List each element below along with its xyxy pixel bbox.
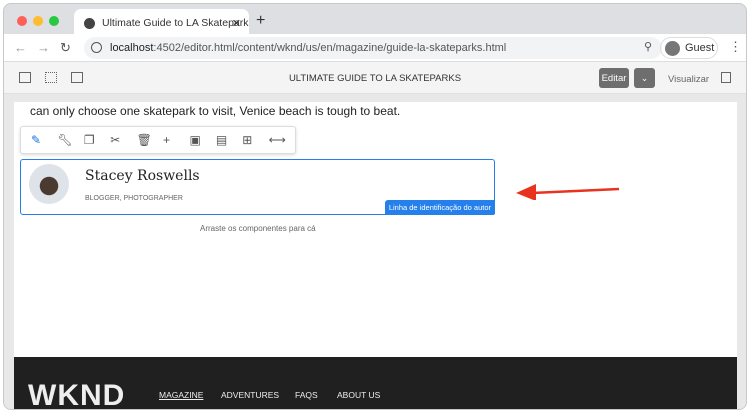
component-label-badge: Linha de identificação do autor — [384, 200, 495, 215]
profile-label: Guest — [685, 42, 715, 54]
paragraph-text: can only choose one skatepark to visit, … — [30, 104, 401, 118]
reload-icon[interactable]: ↻ — [60, 40, 71, 56]
insert-icon[interactable]: + — [163, 133, 189, 147]
maximize-window-button[interactable] — [49, 16, 59, 26]
page-content: can only choose one skatepark to visit, … — [14, 102, 737, 409]
globe-icon — [84, 17, 95, 29]
delete-icon[interactable]: 🗑︎ — [137, 133, 163, 147]
address-bar-row: ← → ↻ localhost:4502/editor.html/content… — [4, 34, 746, 62]
cut-icon[interactable]: ✂ — [110, 133, 136, 147]
drop-zone[interactable]: Arraste os componentes para cá — [200, 224, 316, 233]
back-icon[interactable]: ← — [14, 40, 27, 55]
copy-icon[interactable]: ❐ — [84, 133, 110, 147]
url-host: localhost — [110, 42, 154, 54]
edit-mode-button[interactable]: Editar — [599, 68, 629, 88]
layout-icon[interactable]: ▤ — [216, 133, 242, 147]
resize-icon[interactable]: ⟷ — [269, 133, 295, 147]
editor-toolbar: ULTIMATE GUIDE TO LA SKATEPARKS Editar ⌄… — [4, 62, 746, 94]
editor-canvas: can only choose one skatepark to visit, … — [4, 94, 746, 409]
close-tab-icon[interactable]: ✕ — [232, 17, 241, 30]
component-toolbar: ✎ 🔧︎ ❐ ✂ 🗑︎ + ▣ ▤ ⊞ ⟷ — [20, 126, 296, 154]
avatar-icon — [665, 41, 680, 56]
edit-icon[interactable]: ✎ — [31, 133, 57, 147]
forward-icon[interactable]: → — [37, 40, 50, 55]
new-tab-button[interactable]: + — [256, 12, 265, 30]
author-avatar — [29, 164, 69, 204]
nav-magazine[interactable]: MAGAZINE — [159, 390, 203, 400]
browser-tab[interactable]: Ultimate Guide to LA Skatepark ✕ — [74, 9, 249, 37]
url-input[interactable]: localhost:4502/editor.html/content/wknd/… — [84, 37, 662, 59]
zoom-icon[interactable]: ⚲ — [644, 40, 652, 53]
minimize-window-button[interactable] — [33, 16, 43, 26]
annotations-icon[interactable] — [721, 72, 731, 83]
browser-window: Ultimate Guide to LA Skatepark ✕ + ← → ↻… — [3, 3, 747, 410]
nav-about-us[interactable]: ABOUT US — [337, 390, 380, 400]
wrench-icon[interactable]: 🔧︎ — [57, 133, 83, 147]
profile-button[interactable]: Guest — [660, 37, 718, 59]
author-name: Stacey Roswells — [85, 168, 200, 184]
tab-title: Ultimate Guide to LA Skatepark — [102, 17, 249, 29]
menu-icon[interactable]: ⋮ — [729, 39, 742, 55]
red-arrow-annotation — [516, 184, 620, 200]
site-footer-header: WKND MAGAZINE ADVENTURES FAQS ABOUT US — [14, 357, 737, 409]
byline-component[interactable]: Stacey Roswells BLOGGER, PHOTOGRAPHER Li… — [20, 159, 495, 215]
mode-dropdown-button[interactable]: ⌄ — [634, 68, 655, 88]
group-icon[interactable]: ▣ — [189, 133, 215, 147]
wknd-logo[interactable]: WKND — [28, 379, 125, 409]
close-window-button[interactable] — [17, 16, 27, 26]
info-icon[interactable] — [91, 42, 102, 53]
author-occupations: BLOGGER, PHOTOGRAPHER — [85, 195, 183, 202]
preview-button[interactable]: Visualizar — [668, 74, 709, 85]
url-path: :4502/editor.html/content/wknd/us/en/mag… — [153, 42, 507, 54]
nav-adventures[interactable]: ADVENTURES — [221, 390, 279, 400]
tab-bar: Ultimate Guide to LA Skatepark ✕ + — [4, 4, 746, 37]
parent-icon[interactable]: ⊞ — [242, 133, 268, 147]
nav-faqs[interactable]: FAQS — [295, 390, 318, 400]
